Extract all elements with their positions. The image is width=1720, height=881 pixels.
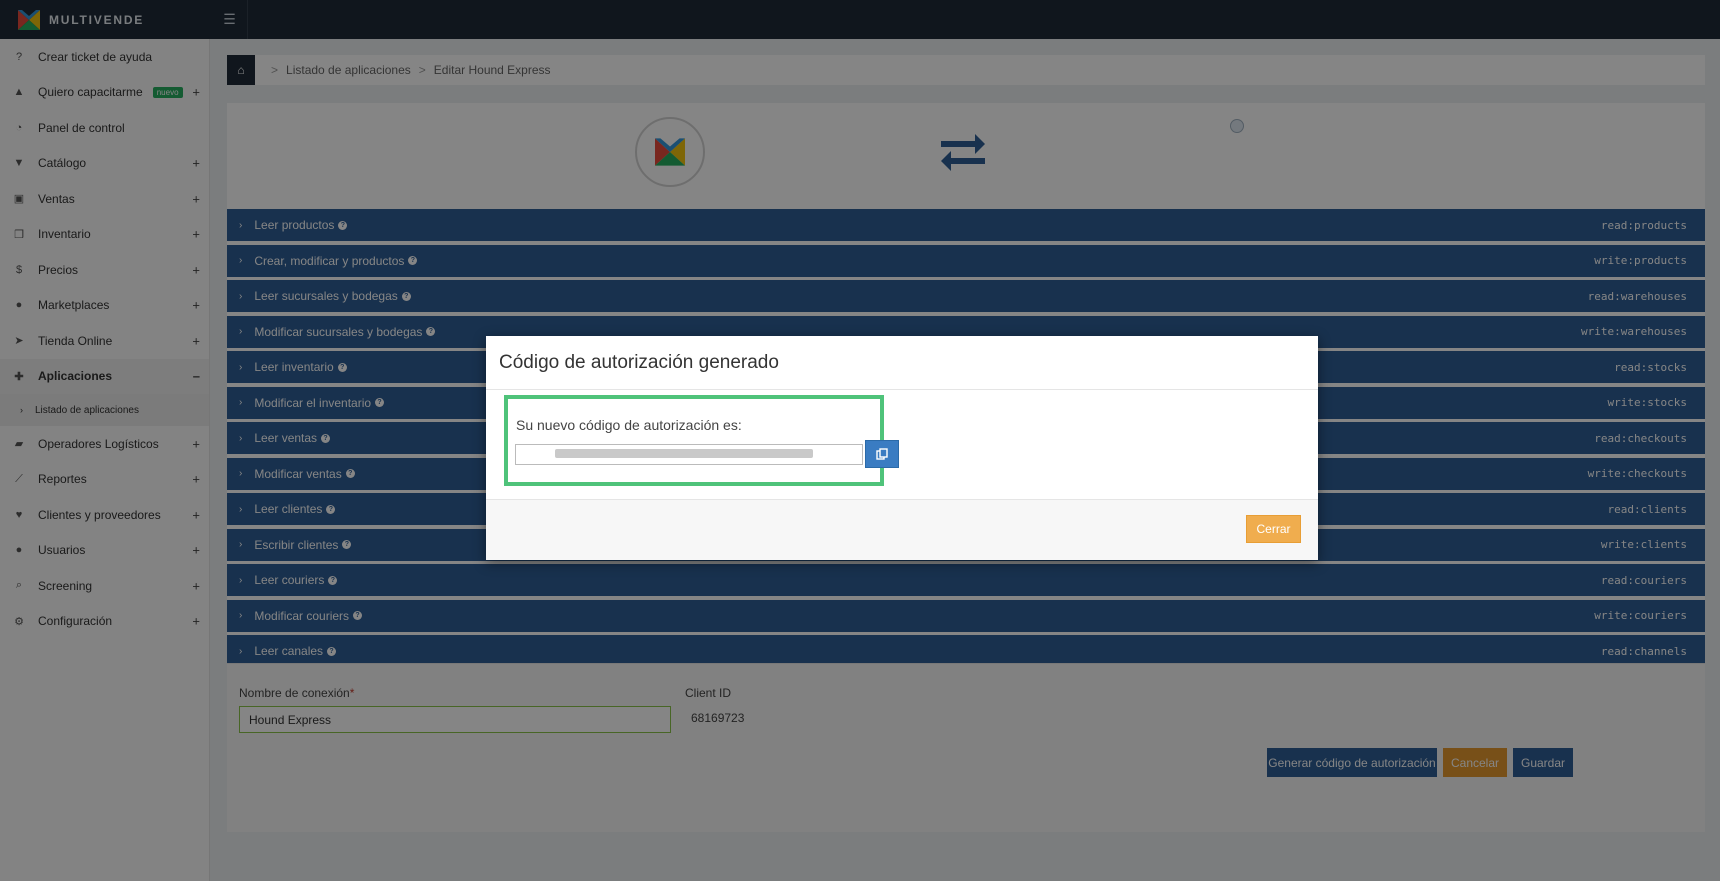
modal-header: Código de autorización generado [486,336,1318,390]
close-button[interactable]: Cerrar [1246,515,1301,543]
modal-title: Código de autorización generado [499,351,779,373]
auth-code-modal: Código de autorización generado Su nuevo… [486,336,1318,560]
copy-code-button[interactable] [865,440,899,468]
auth-code-label: Su nuevo código de autorización es: [516,417,742,433]
auth-code-highlight: Su nuevo código de autorización es: [504,395,899,486]
copy-icon [876,448,888,460]
auth-code-redacted [555,449,813,458]
modal-body: Su nuevo código de autorización es: [486,390,1318,499]
modal-footer: Cerrar [486,499,1318,560]
